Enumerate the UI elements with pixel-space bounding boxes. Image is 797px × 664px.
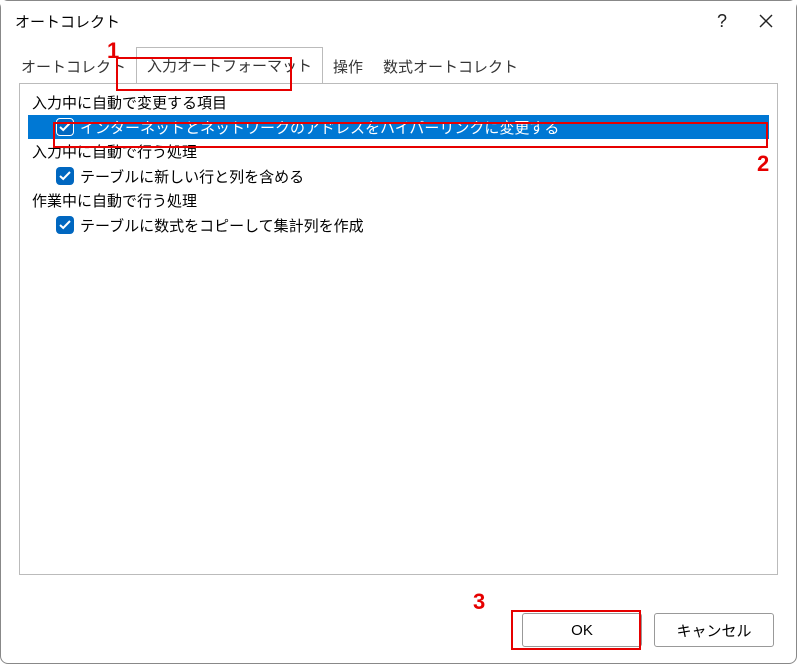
checkbox-icon	[56, 167, 74, 185]
checkbox-icon	[56, 118, 74, 136]
checkbox-icon	[56, 216, 74, 234]
ok-button[interactable]: OK	[522, 613, 642, 647]
help-button[interactable]: ?	[700, 1, 744, 41]
group-label-apply-typing: 入力中に自動で行う処理	[24, 139, 773, 164]
content-area: 入力中に自動で変更する項目 インターネットとネットワークのアドレスをハイパーリン…	[19, 83, 778, 575]
option-hyperlinks-label: インターネットとネットワークのアドレスをハイパーリンクに変更する	[80, 117, 559, 138]
tab-autoformat-input[interactable]: 入力オートフォーマット	[136, 47, 323, 84]
option-table-formulas[interactable]: テーブルに数式をコピーして集計列を作成	[24, 213, 773, 237]
cancel-button[interactable]: キャンセル	[654, 613, 774, 647]
group-label-replace: 入力中に自動で変更する項目	[24, 90, 773, 115]
annotation-number-3: 3	[473, 589, 485, 615]
dialog-buttons: OK キャンセル	[522, 613, 774, 647]
group-label-apply-working: 作業中に自動で行う処理	[24, 188, 773, 213]
option-table-rows-cols[interactable]: テーブルに新しい行と列を含める	[24, 164, 773, 188]
close-icon	[759, 14, 773, 28]
option-table-rows-cols-label: テーブルに新しい行と列を含める	[80, 166, 304, 187]
close-button[interactable]	[744, 1, 788, 41]
tab-actions[interactable]: 操作	[323, 49, 373, 84]
tab-strip: オートコレクト 入力オートフォーマット 操作 数式オートコレクト	[1, 47, 796, 83]
tab-math-autocorrect[interactable]: 数式オートコレクト	[373, 49, 528, 84]
option-hyperlinks[interactable]: インターネットとネットワークのアドレスをハイパーリンクに変更する	[28, 115, 769, 139]
tab-autocorrect[interactable]: オートコレクト	[11, 49, 136, 84]
option-table-formulas-label: テーブルに数式をコピーして集計列を作成	[80, 215, 364, 236]
titlebar: オートコレクト ?	[1, 1, 796, 41]
window-title: オートコレクト	[15, 11, 700, 32]
